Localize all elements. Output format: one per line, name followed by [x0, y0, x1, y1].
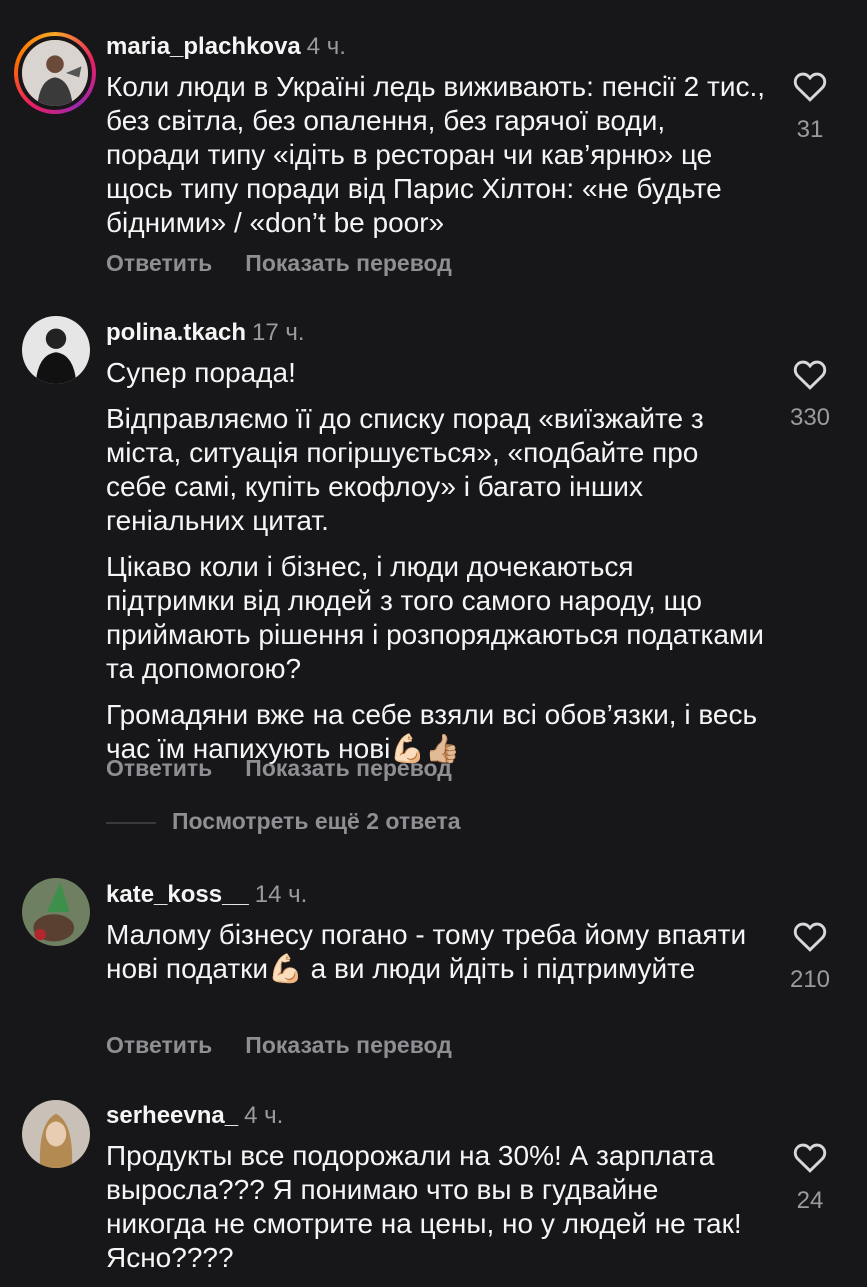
timestamp: 14 ч. [254, 881, 308, 908]
reply-button[interactable]: Ответить [106, 755, 212, 781]
avatar[interactable] [22, 1100, 90, 1168]
divider [106, 821, 156, 824]
user-avatar [22, 40, 88, 106]
comment-text: Малому бізнесу погано - тому треба йому … [106, 918, 766, 998]
view-replies-label: Посмотреть ещё 2 ответа [172, 808, 461, 834]
timestamp: 17 ч. [252, 319, 305, 346]
comment-text: Продукты все подорожали на 30%! А зарпла… [106, 1139, 766, 1287]
comment-text: Супер порада! Відправляємо її до списку … [106, 356, 766, 778]
reply-button[interactable]: Ответить [106, 250, 212, 276]
comment-paragraph: Супер порада! [106, 357, 296, 388]
username[interactable]: maria_plachkova [106, 33, 301, 60]
heart-icon [793, 1143, 827, 1173]
like-count: 330 [789, 404, 831, 431]
view-more-replies[interactable]: Посмотреть ещё 2 ответа [106, 808, 461, 835]
comment-paragraph: Продукты все подорожали на 30%! А зарпла… [106, 1140, 742, 1273]
username[interactable]: serheevna_ [106, 1102, 238, 1129]
translate-button[interactable]: Показать перевод [245, 1032, 452, 1058]
comment-paragraph: Відправляємо її до списку порад «виїзжай… [106, 403, 704, 536]
user-avatar [22, 1100, 90, 1168]
heart-icon [793, 72, 827, 102]
like-button[interactable]: 31 [780, 70, 840, 144]
timestamp: 4 ч. [306, 33, 346, 60]
user-avatar [22, 878, 90, 946]
like-count: 24 [796, 1187, 824, 1214]
avatar[interactable] [14, 32, 96, 114]
timestamp: 4 ч. [244, 1102, 284, 1129]
translate-button[interactable]: Показать перевод [245, 755, 452, 781]
like-count: 31 [796, 116, 824, 143]
like-button[interactable]: 24 [780, 1141, 840, 1215]
like-button[interactable]: 210 [780, 920, 840, 994]
comment-text: Коли люди в Україні ледь виживають: пенс… [106, 70, 766, 252]
username[interactable]: kate_koss__ [106, 881, 249, 908]
username[interactable]: polina.tkach [106, 319, 246, 346]
comment-paragraph: Малому бізнесу погано - тому треба йому … [106, 919, 747, 984]
comment-paragraph: Цікаво коли і бізнес, і люди дочекаються… [106, 551, 764, 684]
heart-icon [793, 922, 827, 952]
heart-icon [793, 360, 827, 390]
avatar[interactable] [22, 316, 90, 384]
avatar[interactable] [22, 878, 90, 946]
reply-button[interactable]: Ответить [106, 1032, 212, 1058]
user-avatar [22, 316, 90, 384]
like-count: 210 [789, 966, 831, 993]
like-button[interactable]: 330 [780, 358, 840, 432]
translate-button[interactable]: Показать перевод [245, 250, 452, 276]
comment-paragraph: Коли люди в Україні ледь виживають: пенс… [106, 71, 766, 238]
